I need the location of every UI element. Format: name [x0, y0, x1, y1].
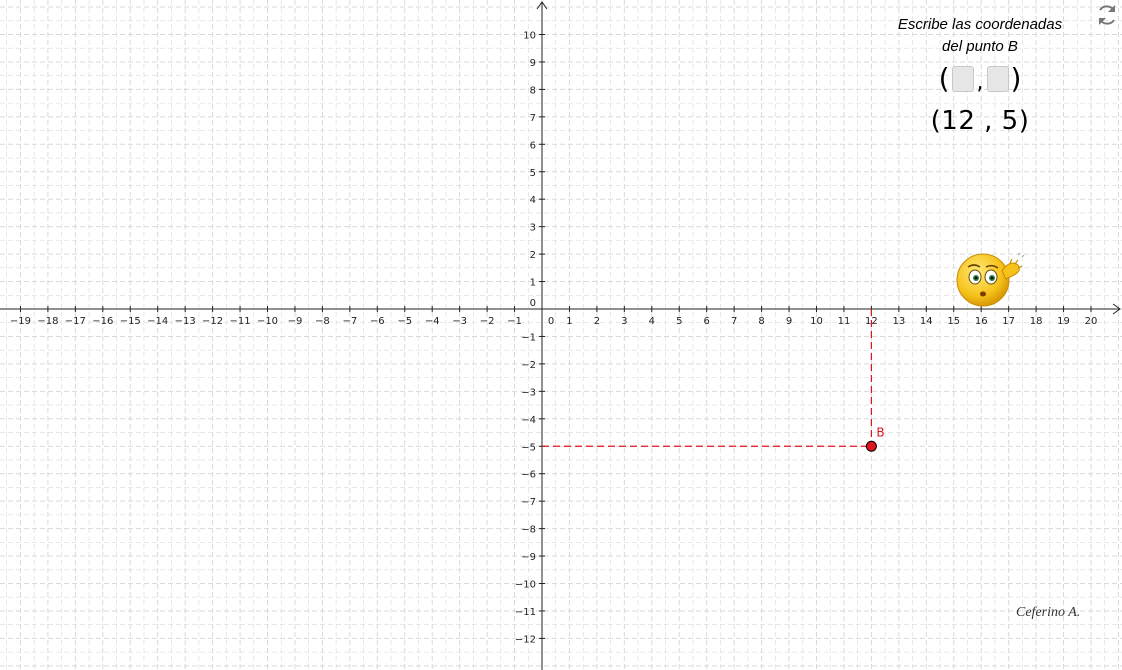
x-tick-label: 13	[892, 316, 905, 327]
y-tick-label: 6	[530, 140, 536, 151]
point-b[interactable]	[865, 440, 877, 452]
answer-text: (12 , 5)	[930, 106, 1030, 136]
comma-separator: ,	[976, 69, 984, 95]
x-tick-label: −10	[257, 316, 278, 327]
x-tick-label: 5	[676, 316, 682, 327]
x-tick-label: −15	[120, 316, 141, 327]
x-tick-label: −6	[370, 316, 385, 327]
y-tick-label: −4	[521, 415, 536, 426]
x-tick-label: −14	[147, 316, 168, 327]
x-tick-label: 15	[947, 316, 960, 327]
x-tick-label: −16	[92, 316, 113, 327]
x-tick-label: −5	[397, 316, 412, 327]
x-tick-label: −4	[425, 316, 440, 327]
x-tick-label: −19	[10, 316, 31, 327]
prompt-line-1: Escribe las coordenadas	[897, 16, 1063, 33]
x-tick-label: 14	[920, 316, 933, 327]
open-paren: (	[938, 62, 950, 95]
reset-icon[interactable]	[1094, 2, 1120, 28]
y-tick-label: 10	[523, 31, 536, 42]
point-layer[interactable]: B	[865, 425, 885, 452]
confused-face-icon	[952, 251, 1026, 309]
x-tick-label: 9	[786, 316, 792, 327]
x-tick-label: 18	[1030, 316, 1043, 327]
x-tick-label: 10	[810, 316, 823, 327]
y-tick-label: −3	[521, 387, 536, 398]
y-tick-label: 4	[530, 195, 536, 206]
x-tick-label: −9	[288, 316, 303, 327]
x-tick-label: 8	[758, 316, 764, 327]
y-tick-label: −5	[521, 442, 536, 453]
x-coordinate-input[interactable]	[951, 66, 974, 92]
x-tick-label: 0	[548, 316, 554, 327]
point-b-label: B	[876, 425, 884, 439]
x-tick-label: 4	[649, 316, 655, 327]
x-tick-label: 11	[838, 316, 851, 327]
x-tick-label: 3	[621, 316, 627, 327]
x-tick-label: −13	[175, 316, 196, 327]
y-tick-label: −11	[515, 607, 536, 618]
coordinate-inputs: ( , )	[880, 62, 1080, 96]
y-tick-label: −9	[521, 552, 536, 563]
x-tick-label: −7	[342, 316, 357, 327]
x-tick-label: −18	[37, 316, 58, 327]
x-tick-label: 20	[1085, 316, 1098, 327]
x-tick-label: 6	[704, 316, 710, 327]
x-tick-label: 2	[594, 316, 600, 327]
x-tick-label: −11	[229, 316, 250, 327]
y-tick-label: −2	[521, 360, 536, 371]
y-tick-label: −12	[515, 634, 536, 645]
x-tick-label: −8	[315, 316, 330, 327]
y-tick-label: −7	[521, 497, 536, 508]
y-tick-label: 9	[530, 58, 536, 69]
x-tick-label: 16	[975, 316, 988, 327]
y-tick-label: 3	[530, 223, 536, 234]
x-tick-label: −2	[480, 316, 495, 327]
close-paren: )	[1010, 62, 1022, 95]
author-credit: Ceferino A.	[1016, 605, 1081, 620]
x-tick-label: 1	[566, 316, 572, 327]
x-tick-label: −3	[452, 316, 467, 327]
y-tick-label: 5	[530, 168, 536, 179]
y-tick-label: 0	[530, 298, 536, 309]
y-tick-label: 1	[530, 278, 536, 289]
x-tick-label: 19	[1057, 316, 1070, 327]
question-panel: Escribe las coordenadas del punto B ( , …	[880, 14, 1080, 136]
y-coordinate-input[interactable]	[986, 66, 1009, 92]
y-tick-label: −1	[521, 332, 536, 343]
y-tick-label: 7	[530, 113, 536, 124]
y-tick-label: −10	[515, 580, 536, 591]
y-tick-label: 8	[530, 85, 536, 96]
y-tick-label: −6	[521, 470, 536, 481]
x-tick-label: 17	[1002, 316, 1015, 327]
x-tick-label: −12	[202, 316, 223, 327]
x-tick-label: 7	[731, 316, 737, 327]
x-tick-label: −1	[507, 316, 522, 327]
y-tick-label: −8	[521, 525, 536, 536]
y-tick-label: 2	[530, 250, 536, 261]
x-tick-label: −17	[65, 316, 86, 327]
prompt-line-2: del punto B	[942, 38, 1018, 55]
